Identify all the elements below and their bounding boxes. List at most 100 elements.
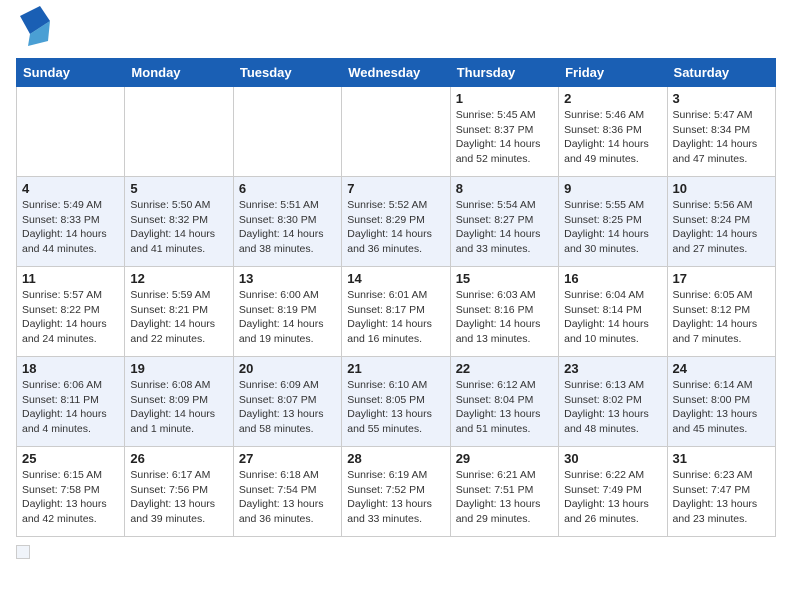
weekday-header-monday: Monday bbox=[125, 59, 233, 87]
day-info: Sunrise: 6:08 AM Sunset: 8:09 PM Dayligh… bbox=[130, 378, 227, 437]
day-number: 31 bbox=[673, 451, 770, 466]
calendar-cell: 23 Sunrise: 6:13 AM Sunset: 8:02 PM Dayli… bbox=[559, 357, 667, 447]
calendar-week-2: 4 Sunrise: 5:49 AM Sunset: 8:33 PM Daylig… bbox=[17, 177, 776, 267]
day-number: 20 bbox=[239, 361, 336, 376]
day-info: Sunrise: 6:01 AM Sunset: 8:17 PM Dayligh… bbox=[347, 288, 444, 347]
day-number: 10 bbox=[673, 181, 770, 196]
calendar-cell: 22 Sunrise: 6:12 AM Sunset: 8:04 PM Dayli… bbox=[450, 357, 558, 447]
day-info: Sunrise: 5:47 AM Sunset: 8:34 PM Dayligh… bbox=[673, 108, 770, 167]
day-number: 23 bbox=[564, 361, 661, 376]
day-number: 6 bbox=[239, 181, 336, 196]
calendar-cell: 3Sunrise: 5:47 AM Sunset: 8:34 PM Daylig… bbox=[667, 87, 775, 177]
day-info: Sunrise: 5:56 AM Sunset: 8:24 PM Dayligh… bbox=[673, 198, 770, 257]
day-info: Sunrise: 6:19 AM Sunset: 7:52 PM Dayligh… bbox=[347, 468, 444, 527]
calendar-cell bbox=[125, 87, 233, 177]
day-info: Sunrise: 5:52 AM Sunset: 8:29 PM Dayligh… bbox=[347, 198, 444, 257]
day-info: Sunrise: 6:22 AM Sunset: 7:49 PM Dayligh… bbox=[564, 468, 661, 527]
calendar-cell: 6 Sunrise: 5:51 AM Sunset: 8:30 PM Daylig… bbox=[233, 177, 341, 267]
calendar-cell bbox=[342, 87, 450, 177]
calendar-table: SundayMondayTuesdayWednesdayThursdayFrid… bbox=[16, 58, 776, 537]
calendar-cell: 8Sunrise: 5:54 AM Sunset: 8:27 PM Daylig… bbox=[450, 177, 558, 267]
day-info: Sunrise: 5:45 AM Sunset: 8:37 PM Dayligh… bbox=[456, 108, 553, 167]
day-number: 17 bbox=[673, 271, 770, 286]
calendar-cell: 2 Sunrise: 5:46 AM Sunset: 8:36 PM Daylig… bbox=[559, 87, 667, 177]
weekday-header-friday: Friday bbox=[559, 59, 667, 87]
day-info: Sunrise: 6:18 AM Sunset: 7:54 PM Dayligh… bbox=[239, 468, 336, 527]
weekday-header-tuesday: Tuesday bbox=[233, 59, 341, 87]
calendar-cell: 21Sunrise: 6:10 AM Sunset: 8:05 PM Dayli… bbox=[342, 357, 450, 447]
day-number: 22 bbox=[456, 361, 553, 376]
calendar-cell: 18 Sunrise: 6:06 AM Sunset: 8:11 PM Dayli… bbox=[17, 357, 125, 447]
day-number: 2 bbox=[564, 91, 661, 106]
calendar-cell: 1 Sunrise: 5:45 AM Sunset: 8:37 PM Daylig… bbox=[450, 87, 558, 177]
calendar-cell: 19Sunrise: 6:08 AM Sunset: 8:09 PM Dayli… bbox=[125, 357, 233, 447]
calendar-cell: 11 Sunrise: 5:57 AM Sunset: 8:22 PM Dayli… bbox=[17, 267, 125, 357]
calendar-cell: 15 Sunrise: 6:03 AM Sunset: 8:16 PM Dayli… bbox=[450, 267, 558, 357]
day-number: 11 bbox=[22, 271, 119, 286]
day-info: Sunrise: 5:55 AM Sunset: 8:25 PM Dayligh… bbox=[564, 198, 661, 257]
day-info: Sunrise: 5:54 AM Sunset: 8:27 PM Dayligh… bbox=[456, 198, 553, 257]
day-number: 29 bbox=[456, 451, 553, 466]
day-info: Sunrise: 5:46 AM Sunset: 8:36 PM Dayligh… bbox=[564, 108, 661, 167]
weekday-header-thursday: Thursday bbox=[450, 59, 558, 87]
day-info: Sunrise: 5:59 AM Sunset: 8:21 PM Dayligh… bbox=[130, 288, 227, 347]
calendar-cell: 20 Sunrise: 6:09 AM Sunset: 8:07 PM Dayli… bbox=[233, 357, 341, 447]
weekday-header-row: SundayMondayTuesdayWednesdayThursdayFrid… bbox=[17, 59, 776, 87]
day-number: 27 bbox=[239, 451, 336, 466]
day-info: Sunrise: 6:05 AM Sunset: 8:12 PM Dayligh… bbox=[673, 288, 770, 347]
calendar-cell: 29 Sunrise: 6:21 AM Sunset: 7:51 PM Dayli… bbox=[450, 447, 558, 537]
day-info: Sunrise: 6:09 AM Sunset: 8:07 PM Dayligh… bbox=[239, 378, 336, 437]
calendar-cell: 16Sunrise: 6:04 AM Sunset: 8:14 PM Dayli… bbox=[559, 267, 667, 357]
logo-icon bbox=[20, 6, 50, 46]
day-number: 1 bbox=[456, 91, 553, 106]
day-info: Sunrise: 6:00 AM Sunset: 8:19 PM Dayligh… bbox=[239, 288, 336, 347]
calendar-week-1: 1 Sunrise: 5:45 AM Sunset: 8:37 PM Daylig… bbox=[17, 87, 776, 177]
day-number: 21 bbox=[347, 361, 444, 376]
day-info: Sunrise: 6:12 AM Sunset: 8:04 PM Dayligh… bbox=[456, 378, 553, 437]
day-number: 15 bbox=[456, 271, 553, 286]
day-number: 7 bbox=[347, 181, 444, 196]
calendar-cell: 24 Sunrise: 6:14 AM Sunset: 8:00 PM Dayli… bbox=[667, 357, 775, 447]
day-info: Sunrise: 6:13 AM Sunset: 8:02 PM Dayligh… bbox=[564, 378, 661, 437]
day-number: 13 bbox=[239, 271, 336, 286]
day-number: 9 bbox=[564, 181, 661, 196]
daylight-box-icon bbox=[16, 545, 30, 559]
calendar-cell: 10 Sunrise: 5:56 AM Sunset: 8:24 PM Dayli… bbox=[667, 177, 775, 267]
day-info: Sunrise: 5:57 AM Sunset: 8:22 PM Dayligh… bbox=[22, 288, 119, 347]
calendar-cell: 28 Sunrise: 6:19 AM Sunset: 7:52 PM Dayli… bbox=[342, 447, 450, 537]
calendar-cell: 27 Sunrise: 6:18 AM Sunset: 7:54 PM Dayli… bbox=[233, 447, 341, 537]
calendar-cell: 26 Sunrise: 6:17 AM Sunset: 7:56 PM Dayli… bbox=[125, 447, 233, 537]
calendar-cell: 9 Sunrise: 5:55 AM Sunset: 8:25 PM Daylig… bbox=[559, 177, 667, 267]
calendar-week-3: 11 Sunrise: 5:57 AM Sunset: 8:22 PM Dayli… bbox=[17, 267, 776, 357]
day-number: 26 bbox=[130, 451, 227, 466]
day-number: 18 bbox=[22, 361, 119, 376]
day-number: 30 bbox=[564, 451, 661, 466]
day-info: Sunrise: 5:51 AM Sunset: 8:30 PM Dayligh… bbox=[239, 198, 336, 257]
day-number: 24 bbox=[673, 361, 770, 376]
day-number: 4 bbox=[22, 181, 119, 196]
day-number: 28 bbox=[347, 451, 444, 466]
day-info: Sunrise: 6:21 AM Sunset: 7:51 PM Dayligh… bbox=[456, 468, 553, 527]
day-info: Sunrise: 5:49 AM Sunset: 8:33 PM Dayligh… bbox=[22, 198, 119, 257]
day-info: Sunrise: 6:17 AM Sunset: 7:56 PM Dayligh… bbox=[130, 468, 227, 527]
calendar-cell: 4 Sunrise: 5:49 AM Sunset: 8:33 PM Daylig… bbox=[17, 177, 125, 267]
day-number: 5 bbox=[130, 181, 227, 196]
calendar-cell bbox=[17, 87, 125, 177]
weekday-header-saturday: Saturday bbox=[667, 59, 775, 87]
footer-note bbox=[16, 545, 776, 559]
weekday-header-sunday: Sunday bbox=[17, 59, 125, 87]
calendar-cell: 31 Sunrise: 6:23 AM Sunset: 7:47 PM Dayli… bbox=[667, 447, 775, 537]
day-number: 25 bbox=[22, 451, 119, 466]
day-info: Sunrise: 6:06 AM Sunset: 8:11 PM Dayligh… bbox=[22, 378, 119, 437]
day-number: 12 bbox=[130, 271, 227, 286]
day-info: Sunrise: 6:23 AM Sunset: 7:47 PM Dayligh… bbox=[673, 468, 770, 527]
calendar-cell: 17 Sunrise: 6:05 AM Sunset: 8:12 PM Dayli… bbox=[667, 267, 775, 357]
day-info: Sunrise: 6:04 AM Sunset: 8:14 PM Dayligh… bbox=[564, 288, 661, 347]
day-info: Sunrise: 6:03 AM Sunset: 8:16 PM Dayligh… bbox=[456, 288, 553, 347]
logo bbox=[16, 16, 50, 46]
calendar-week-4: 18 Sunrise: 6:06 AM Sunset: 8:11 PM Dayli… bbox=[17, 357, 776, 447]
weekday-header-wednesday: Wednesday bbox=[342, 59, 450, 87]
day-info: Sunrise: 6:14 AM Sunset: 8:00 PM Dayligh… bbox=[673, 378, 770, 437]
calendar-cell: 7 Sunrise: 5:52 AM Sunset: 8:29 PM Daylig… bbox=[342, 177, 450, 267]
day-info: Sunrise: 6:15 AM Sunset: 7:58 PM Dayligh… bbox=[22, 468, 119, 527]
